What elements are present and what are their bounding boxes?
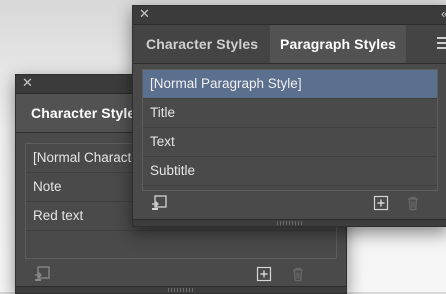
list-item[interactable]: [Normal Paragraph Style] [143,70,437,99]
close-icon[interactable]: ✕ [22,76,34,89]
load-styles-icon[interactable] [151,195,167,211]
new-style-icon[interactable] [256,266,272,282]
paragraph-styles-panel: ✕ « Character Styles Paragraph Styles [N… [132,5,446,227]
new-style-icon[interactable] [373,195,389,211]
trash-icon[interactable] [290,266,306,282]
paragraph-styles-list: [Normal Paragraph Style] Title Text Subt… [142,69,438,191]
tab-paragraph-styles[interactable]: Paragraph Styles [270,25,406,63]
list-item[interactable]: Text [143,128,437,157]
collapse-icon[interactable]: « [441,7,446,20]
close-icon[interactable]: ✕ [139,7,151,20]
panel-footer [16,261,346,287]
panel-tabbar: Character Styles Paragraph Styles [133,25,446,64]
trash-icon[interactable] [405,195,421,211]
list-item[interactable]: Title [143,99,437,128]
resize-grip[interactable] [133,219,446,226]
tab-character-styles[interactable]: Character Styles [136,25,268,63]
load-styles-icon[interactable] [34,266,50,282]
panel-titlebar[interactable]: ✕ « [133,6,446,25]
panel-menu-icon[interactable] [437,37,446,51]
panel-footer [133,190,446,216]
list-item[interactable]: Subtitle [143,157,437,186]
